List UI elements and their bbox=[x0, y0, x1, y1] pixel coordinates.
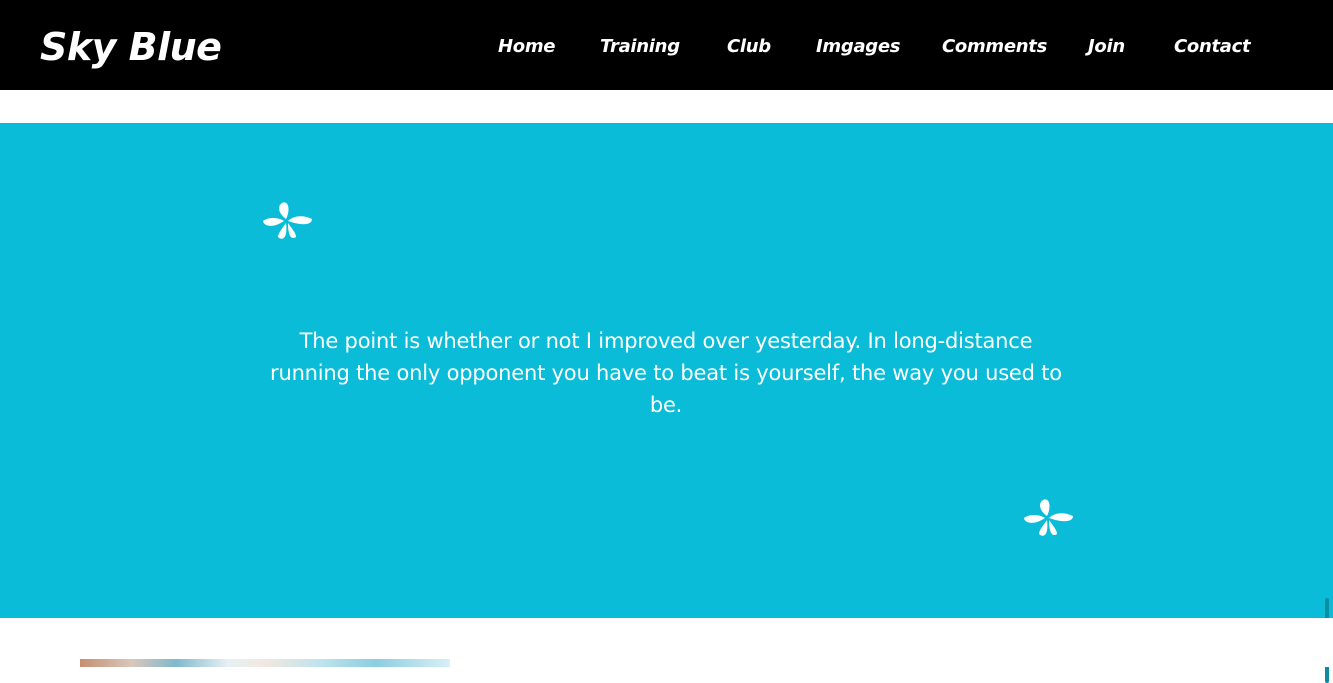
section-photo bbox=[80, 659, 450, 667]
next-section bbox=[0, 618, 1333, 667]
nav-images[interactable]: Imgages bbox=[816, 33, 901, 61]
nav-club[interactable]: Club bbox=[727, 33, 771, 61]
nav-training[interactable]: Training bbox=[600, 33, 680, 61]
testimonial-section: The point is whether or not I improved o… bbox=[0, 123, 1333, 683]
nav-home[interactable]: Home bbox=[498, 33, 556, 61]
main-nav: Home Training Club Imgages Comments Join… bbox=[0, 33, 1333, 63]
site-header: Sky Blue Home Training Club Imgages Comm… bbox=[0, 0, 1333, 90]
testimonial-quote: The point is whether or not I improved o… bbox=[270, 329, 1062, 417]
nav-contact[interactable]: Contact bbox=[1174, 33, 1251, 61]
nav-join[interactable]: Join bbox=[1088, 33, 1125, 61]
quote-open-icon bbox=[260, 201, 314, 241]
nav-comments[interactable]: Comments bbox=[942, 33, 1047, 61]
quote-close-icon bbox=[1021, 498, 1075, 538]
spacer-strip bbox=[0, 90, 1333, 123]
